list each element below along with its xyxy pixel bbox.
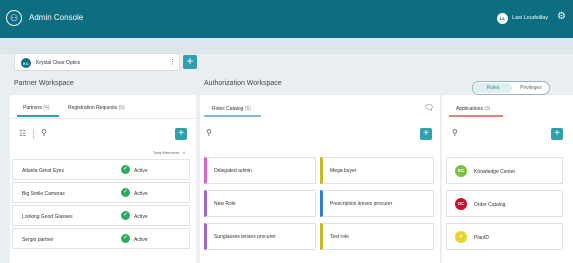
table-row[interactable]: Looking Good Glasses ✓ Active	[12, 205, 190, 226]
application-label: Knowledge Center	[474, 168, 516, 175]
role-label: Prescription lenses procurer	[330, 201, 393, 207]
app-logo-icon[interactable]: ⚇	[6, 10, 22, 26]
tab-partners-count: (4)	[43, 105, 50, 111]
tabs-divider	[10, 118, 196, 119]
role-label: New Role	[214, 201, 236, 207]
tab-registration-label: Registration Requests	[68, 105, 118, 111]
applications-label: Applications	[456, 106, 483, 112]
partner-status: Active	[134, 167, 148, 174]
partner-name: Sergio partner	[22, 236, 54, 243]
role-label: Test role	[330, 234, 349, 240]
roles-catalog-underline	[204, 115, 261, 117]
total-members: Total Members : 4	[153, 150, 185, 155]
active-check-icon: ✓	[121, 211, 130, 220]
table-row[interactable]: Atlanta Great Eyes ✓ Active	[12, 159, 190, 180]
roles-catalog-label: Roles Catalog	[212, 106, 244, 112]
active-check-icon: ✓	[121, 165, 130, 174]
add-application-button[interactable]: +	[551, 128, 563, 140]
role-label: Delegated admin	[214, 168, 252, 174]
add-role-button[interactable]: +	[420, 128, 432, 140]
role-card[interactable]: Test role	[320, 223, 434, 250]
settings-icon[interactable]: ⚙	[557, 12, 566, 22]
more-options-icon[interactable]: ⋮	[169, 58, 176, 66]
tab-registration-requests[interactable]: Registration Requests (0)	[68, 105, 125, 111]
partner-status: Active	[134, 190, 148, 197]
search-icon[interactable]: ⚲	[41, 128, 47, 137]
role-label: Mega buyer	[330, 168, 357, 174]
application-label: Order Catalog	[474, 201, 506, 208]
application-avatar: OC	[455, 198, 467, 210]
application-avatar: P	[455, 231, 467, 243]
application-item[interactable]: P PlanID	[446, 223, 563, 250]
chat-icon[interactable]: 🗨	[424, 103, 434, 112]
user-name[interactable]: Lasi Loudsillay	[512, 15, 548, 21]
top-bar: ⚇ Admin Console LL Lasi Loudsillay ⚙	[0, 0, 573, 38]
partner-name: Atlanta Great Eyes	[22, 167, 64, 174]
partner-status: Active	[134, 213, 148, 220]
role-card[interactable]: Mega buyer	[320, 157, 434, 184]
application-label: PlanID	[474, 234, 490, 241]
application-item[interactable]: KC Knowledge Center	[446, 157, 563, 184]
tab-partners[interactable]: Partners (4)	[23, 105, 49, 111]
toggle-privileges[interactable]: Privileges	[513, 83, 549, 93]
tab-partners-underline	[17, 115, 59, 117]
authorization-workspace-title: Authorization Workspace	[204, 80, 282, 87]
tab-roles-catalog[interactable]: Roles Catalog (6)	[212, 106, 251, 112]
org-name: Krystal Clear Optics	[36, 59, 81, 66]
role-card[interactable]: Prescription lenses procurer	[320, 190, 434, 217]
applications-search-icon[interactable]: ⚲	[452, 128, 458, 137]
table-row[interactable]: Big Smile Cameras ✓ Active	[12, 182, 190, 203]
add-organization-button[interactable]: +	[183, 55, 197, 69]
role-card[interactable]: Delegated admin	[204, 157, 316, 184]
applications-count: (3)	[484, 106, 491, 112]
applications-underline	[449, 115, 503, 117]
active-check-icon: ✓	[121, 234, 130, 243]
user-avatar[interactable]: LL	[497, 13, 508, 24]
application-item[interactable]: OC Order Catalog	[446, 190, 563, 217]
toggle-roles[interactable]: Roles	[474, 83, 512, 93]
roles-search-icon[interactable]: ⚲	[206, 128, 212, 137]
role-label: Sunglasses lenses procurer	[214, 234, 276, 240]
table-row[interactable]: Sergio partner ✓ Active	[12, 228, 190, 249]
app-title: Admin Console	[29, 13, 84, 22]
roles-privileges-toggle[interactable]: Roles Privileges	[472, 81, 550, 95]
toolbar-separator	[33, 129, 34, 139]
role-card[interactable]: Sunglasses lenses procurer	[204, 223, 316, 250]
tab-partners-label: Partners	[23, 105, 42, 111]
filter-icon[interactable]: ☷	[19, 129, 26, 138]
active-check-icon: ✓	[121, 188, 130, 197]
partner-name: Looking Good Glasses	[22, 213, 73, 220]
tab-applications[interactable]: Applications (3)	[456, 106, 490, 112]
roles-catalog-count: (6)	[244, 106, 251, 112]
role-card[interactable]: New Role	[204, 190, 316, 217]
partner-status: Active	[134, 236, 148, 243]
partner-name: Big Smile Cameras	[22, 190, 65, 197]
add-partner-button[interactable]: +	[175, 128, 187, 140]
organization-tab[interactable]: KC Krystal Clear Optics ⋮	[14, 53, 180, 71]
tab-registration-count: (0)	[118, 105, 125, 111]
application-avatar: KC	[455, 165, 467, 177]
header-banner	[0, 38, 573, 54]
partner-workspace-title: Partner Workspace	[14, 80, 74, 87]
org-avatar: KC	[21, 58, 31, 68]
